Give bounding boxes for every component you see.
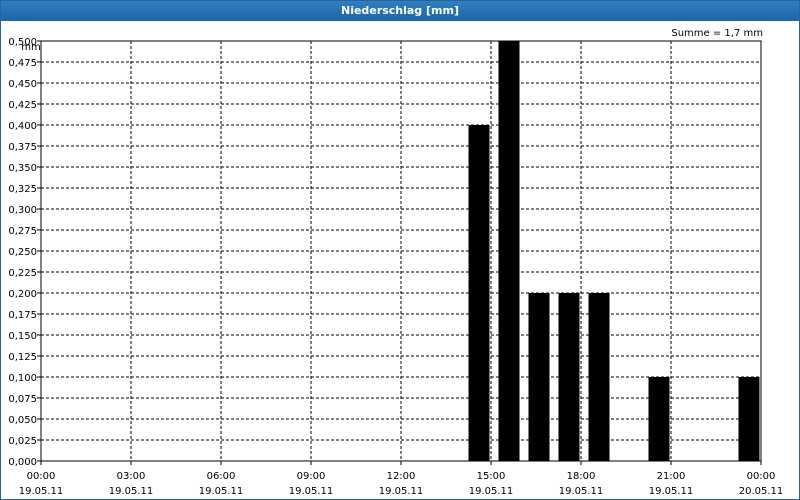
y-tick-label: 0,500: [8, 37, 37, 48]
y-tick-label: 0,175: [8, 310, 37, 321]
y-tick-label: 0,350: [8, 163, 37, 174]
x-tick-label-date: 19.05.11: [379, 486, 424, 497]
precipitation-bar: [468, 125, 490, 461]
precipitation-bar: [498, 41, 520, 461]
x-tick-label-time: 09:00: [297, 471, 326, 482]
y-tick-label: 0,000: [8, 457, 37, 468]
x-tick-label-time: 00:00: [27, 471, 56, 482]
x-tick-label-time: 06:00: [207, 471, 236, 482]
y-tick-label: 0,050: [8, 415, 37, 426]
precipitation-chart: mm0,0000,0250,0500,0750,1000,1250,1500,1…: [8, 37, 784, 497]
y-tick-label: 0,375: [8, 142, 37, 153]
y-tick-label: 0,425: [8, 100, 37, 111]
y-tick-label: 0,450: [8, 79, 37, 90]
x-tick-label-time: 15:00: [477, 471, 506, 482]
x-tick-label-date: 19.05.11: [559, 486, 604, 497]
y-tick-label: 0,100: [8, 373, 37, 384]
x-tick-label-time: 18:00: [567, 471, 596, 482]
precipitation-bar: [738, 377, 760, 461]
x-tick-label-date: 19.05.11: [109, 486, 154, 497]
y-tick-label: 0,025: [8, 436, 37, 447]
x-tick-label-date: 19.05.11: [19, 486, 64, 497]
x-tick-label-date: 19.05.11: [469, 486, 514, 497]
y-tick-label: 0,200: [8, 289, 37, 300]
x-tick-label-date: 19.05.11: [289, 486, 334, 497]
y-tick-label: 0,275: [8, 226, 37, 237]
y-tick-label: 0,325: [8, 184, 37, 195]
y-tick-label: 0,475: [8, 58, 37, 69]
y-tick-label: 0,300: [8, 205, 37, 216]
x-tick-label-date: 19.05.11: [199, 486, 244, 497]
x-tick-label-time: 00:00: [747, 471, 776, 482]
x-tick-label-date: 20.05.11: [739, 486, 784, 497]
x-tick-label-time: 03:00: [117, 471, 146, 482]
y-tick-label: 0,125: [8, 352, 37, 363]
y-tick-label: 0,075: [8, 394, 37, 405]
y-tick-label: 0,250: [8, 247, 37, 258]
x-tick-label-time: 21:00: [657, 471, 686, 482]
x-tick-label-date: 19.05.11: [649, 486, 694, 497]
precipitation-bar: [648, 377, 670, 461]
precipitation-bar: [588, 293, 610, 461]
precipitation-bar: [528, 293, 550, 461]
x-tick-label-time: 12:00: [387, 471, 416, 482]
y-tick-label: 0,150: [8, 331, 37, 342]
y-tick-label: 0,400: [8, 121, 37, 132]
y-tick-label: 0,225: [8, 268, 37, 279]
precipitation-bar: [558, 293, 580, 461]
